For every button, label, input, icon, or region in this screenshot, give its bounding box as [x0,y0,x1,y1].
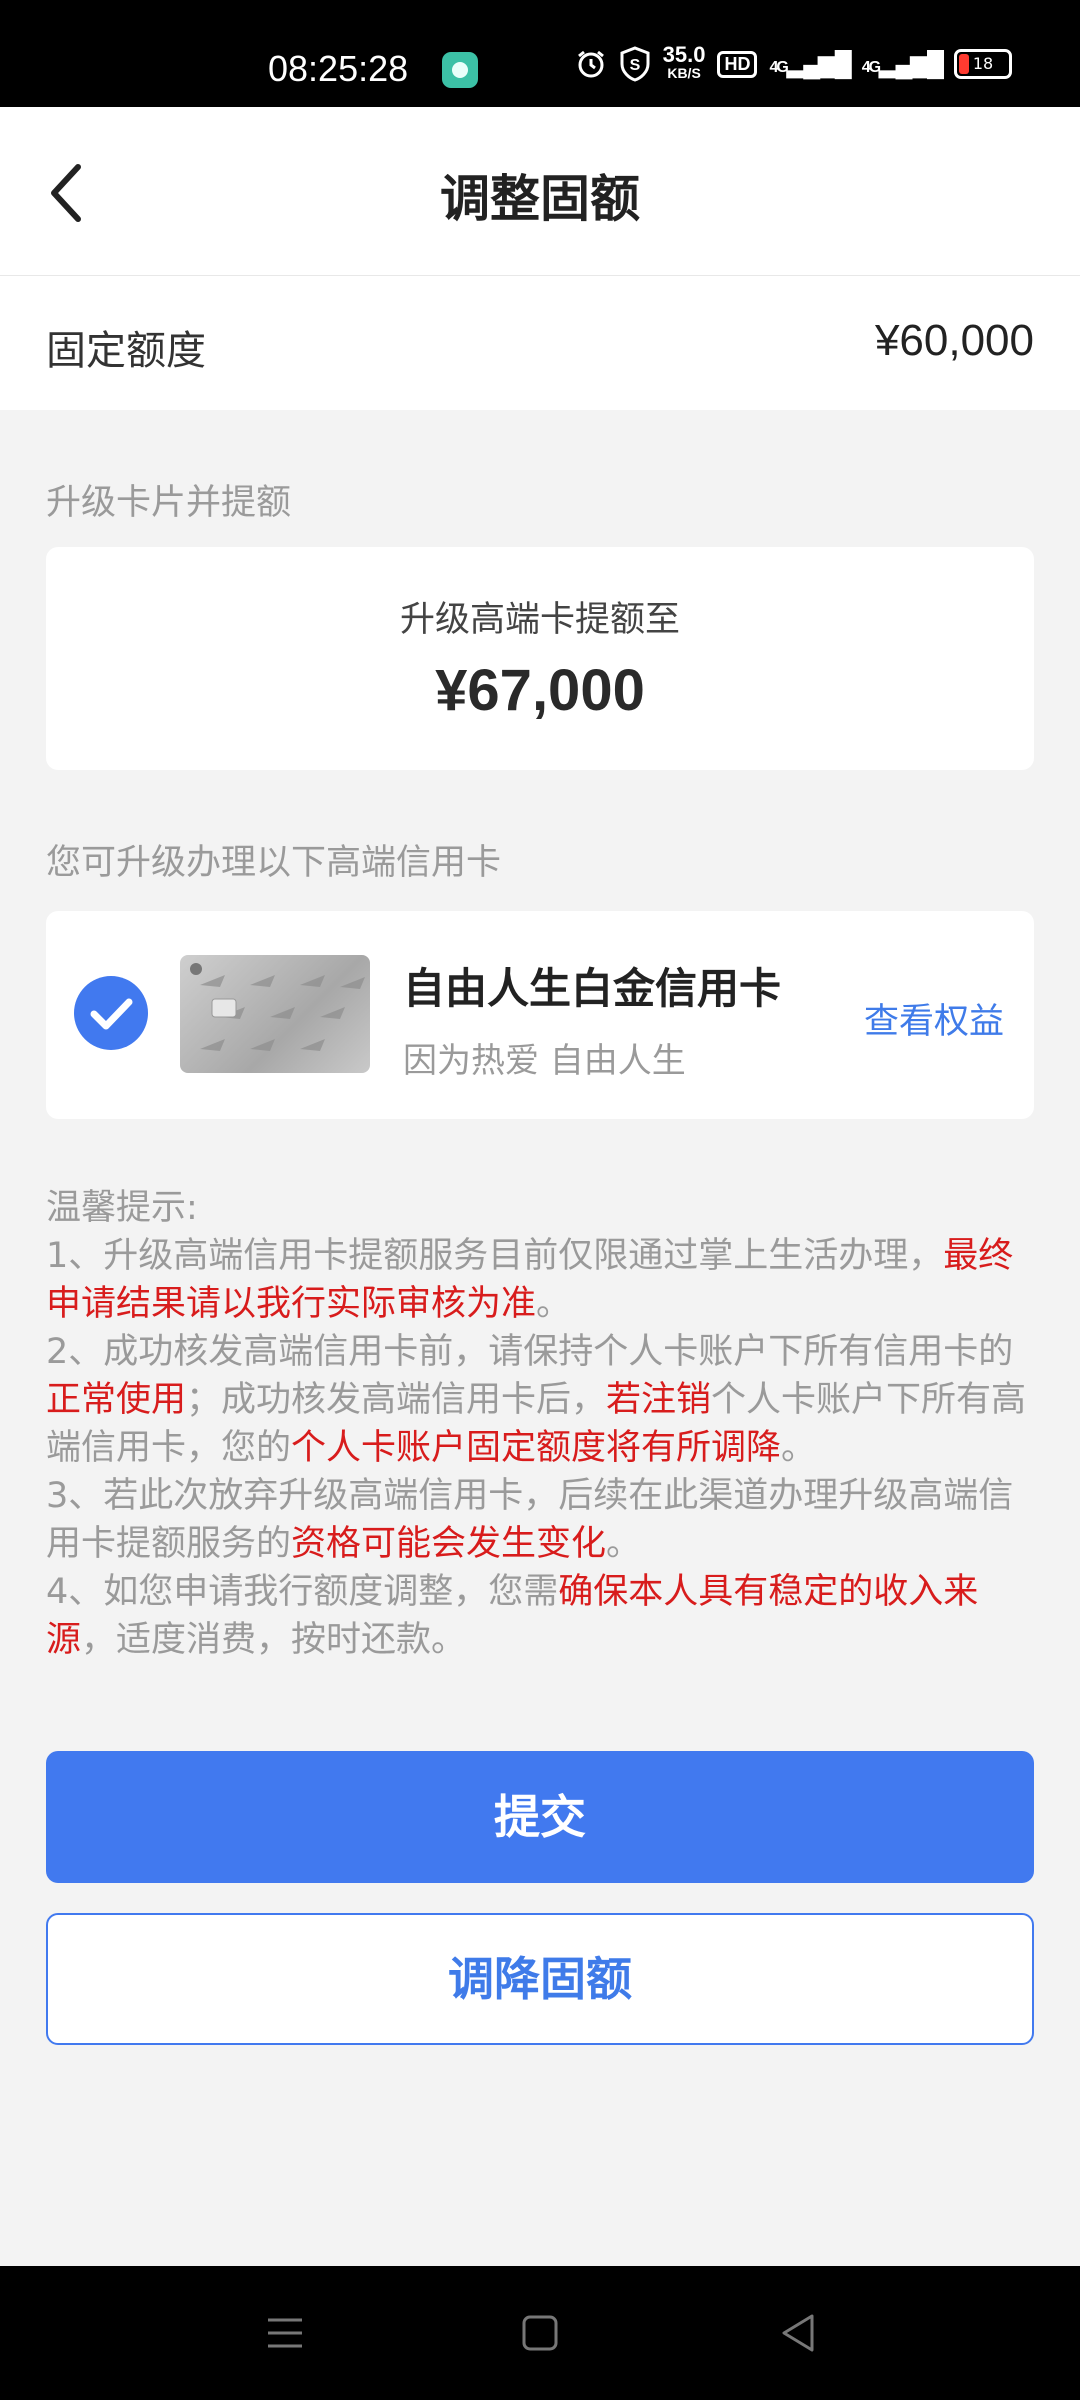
upgrade-amount: ¥67,000 [435,658,645,723]
battery-level: 18 [972,54,994,73]
upgrade-section-label: 升级卡片并提额 [46,483,292,523]
tip-1-text: 1、升级高端信用卡提额服务目前仅限通过掌上生活办理， [46,1236,944,1276]
signal-icon: 4G▂▄▆█ [769,50,851,78]
card-option[interactable]: 自由人生白金信用卡 因为热爱 自由人生 查看权益 [46,911,1034,1119]
network-speed: 35.0 KB/S [662,42,706,82]
cards-section-label: 您可升级办理以下高端信用卡 [46,843,502,883]
battery-icon: 18 [954,49,1012,79]
fixed-quota-value: ¥60,000 [874,316,1034,365]
app-notification-icon [442,52,478,88]
status-time: 08:25:28 [268,48,409,89]
tip-2-text: 2、成功核发高端信用卡前，请保持个人卡账户下所有信用卡的 [46,1332,1014,1372]
speed-value: 35.0 [662,42,706,67]
hd-icon: HD [717,50,758,78]
signal-icon-2: 4G▂▄▆█ [861,50,944,78]
back-nav-icon[interactable] [776,2310,822,2356]
home-icon[interactable] [517,2310,563,2356]
tip-4: 4、如您申请我行额度调整，您需确保本人具有稳定的收入来源，适度消费，按时还款。 [46,1568,1036,1664]
view-benefits-link[interactable]: 查看权益 [864,993,1004,1044]
checkmark-icon [90,998,133,1030]
submit-button[interactable]: 提交 [46,1751,1034,1883]
tip-1-end: 。 [536,1284,572,1324]
checkbox-checked[interactable] [74,976,148,1050]
signal-label-2: 4G [861,58,881,76]
tip-2-highlight-2: 若注销 [606,1380,712,1420]
card-pattern-icon [190,963,365,1051]
tip-3: 3、若此次放弃升级高端信用卡，后续在此渠道办理升级高端信用卡提额服务的资格可能会… [46,1472,1036,1568]
tip-3-highlight: 资格可能会发生变化 [291,1524,607,1564]
alarm-icon [577,50,604,78]
tip-4-end: ，适度消费，按时还款。 [81,1620,467,1660]
page-title: 调整固额 [440,170,640,228]
fixed-quota-label: 固定额度 [46,328,206,374]
card-name: 自由人生白金信用卡 [403,964,782,1013]
tip-1: 1、升级高端信用卡提额服务目前仅限通过掌上生活办理，最终申请结果请以我行实际审核… [46,1232,1036,1328]
shield-s-icon: S [620,46,650,82]
tip-2-highlight-1: 正常使用 [46,1380,187,1420]
tips-title: 温馨提示: [46,1188,198,1228]
tip-2-highlight-3: 个人卡账户固定额度将有所调降 [291,1428,782,1468]
speed-unit: KB/S [667,65,701,81]
tip-2-end: 。 [781,1428,817,1468]
tip-4-text: 4、如您申请我行额度调整，您需 [46,1572,559,1612]
nav-header: 调整固额 [0,107,1080,276]
card-slogan: 因为热爱 自由人生 [403,1041,686,1081]
credit-card-image [180,955,370,1073]
upgrade-card: 升级高端卡提额至 ¥67,000 [46,547,1034,770]
tip-2: 2、成功核发高端信用卡前，请保持个人卡账户下所有信用卡的正常使用；成功核发高端信… [46,1328,1036,1472]
tips-block: 温馨提示: 1、升级高端信用卡提额服务目前仅限通过掌上生活办理，最终申请结果请以… [46,1184,1036,1664]
tip-3-end: 。 [606,1524,642,1564]
fixed-quota-row: 固定额度 ¥60,000 [0,276,1080,410]
tip-2-text-2: ；成功核发高端信用卡后， [186,1380,607,1420]
menu-icon[interactable] [262,2310,308,2356]
signal-label-1: 4G [769,58,788,76]
system-nav-bar [0,2266,1080,2400]
upgrade-subtitle: 升级高端卡提额至 [399,600,680,640]
status-icons: S 35.0 KB/S HD 4G▂▄▆█ 4G▂▄▆█ 18 [575,42,1012,82]
status-bar: 08:25:28 S 35.0 KB/S HD 4G▂▄▆█ 4G▂▄▆█ 18 [0,0,1080,107]
svg-text:S: S [629,57,640,74]
lower-quota-button[interactable]: 调降固额 [46,1913,1034,2045]
